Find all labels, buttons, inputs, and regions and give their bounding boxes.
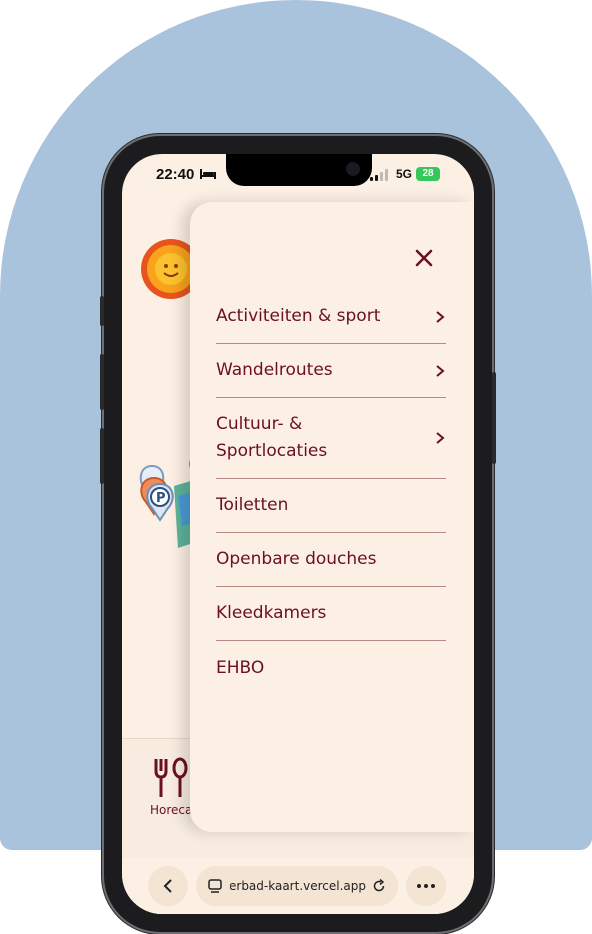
status-bar: 22:40 5G 28	[122, 154, 474, 198]
url-text: zuiderbad-kaart.vercel.app	[230, 879, 366, 893]
status-time: 22:40	[156, 166, 195, 183]
fork-knife-icon[interactable]	[150, 757, 190, 799]
menu-drawer: Activiteiten & sport Wandelroutes Cultuu…	[190, 202, 474, 832]
more-options-button[interactable]	[406, 866, 446, 906]
tabs-icon[interactable]	[208, 879, 222, 893]
bed-icon	[200, 169, 216, 179]
power-button	[492, 372, 496, 464]
dynamic-island	[226, 154, 372, 186]
horeca-nav-label[interactable]: Horeca	[150, 803, 192, 817]
close-icon[interactable]	[412, 246, 436, 270]
reload-icon[interactable]	[372, 879, 386, 893]
browser-toolbar: zuiderbad-kaart.vercel.app	[122, 858, 474, 914]
menu-item-label: Wandelroutes	[216, 360, 333, 380]
menu-item-label: Activiteiten & sport	[216, 306, 381, 326]
chevron-right-icon	[436, 432, 445, 444]
more-icon	[417, 884, 435, 888]
phone-frame: 22:40 5G 28 P Horeca Activiteiten & spor…	[100, 136, 496, 932]
menu-item-label: EHBO	[216, 657, 265, 678]
network-type: 5G	[396, 167, 413, 181]
screen: 22:40 5G 28 P Horeca Activiteiten & spor…	[122, 154, 474, 914]
menu-list: Activiteiten & sport Wandelroutes Cultuu…	[216, 290, 446, 695]
menu-item-label: Cultuur- & Sportlocaties	[216, 414, 328, 461]
menu-item-cultuur-sportlocaties[interactable]: Cultuur- & Sportlocaties	[216, 398, 446, 479]
battery-indicator: 28	[416, 167, 440, 181]
address-bar[interactable]: zuiderbad-kaart.vercel.app	[196, 866, 398, 906]
menu-item-label: Kleedkamers	[216, 603, 327, 623]
volume-up-button	[100, 354, 104, 410]
menu-item-ehbo[interactable]: EHBO	[216, 641, 446, 695]
menu-item-toiletten[interactable]: Toiletten	[216, 479, 446, 533]
chevron-left-icon	[163, 879, 172, 893]
menu-item-label: Openbare douches	[216, 549, 377, 569]
menu-item-wandelroutes[interactable]: Wandelroutes	[216, 344, 446, 398]
chevron-right-icon	[436, 310, 445, 323]
svg-text:P: P	[156, 491, 166, 506]
signal-icon	[370, 169, 388, 181]
action-button	[100, 296, 104, 326]
chevron-right-icon	[436, 364, 445, 377]
menu-item-label: Toiletten	[216, 495, 289, 515]
menu-item-openbare-douches[interactable]: Openbare douches	[216, 533, 446, 587]
menu-item-kleedkamers[interactable]: Kleedkamers	[216, 587, 446, 641]
volume-down-button	[100, 428, 104, 484]
menu-item-activiteiten-sport[interactable]: Activiteiten & sport	[216, 290, 446, 344]
camera	[346, 162, 360, 176]
back-button[interactable]	[148, 866, 188, 906]
